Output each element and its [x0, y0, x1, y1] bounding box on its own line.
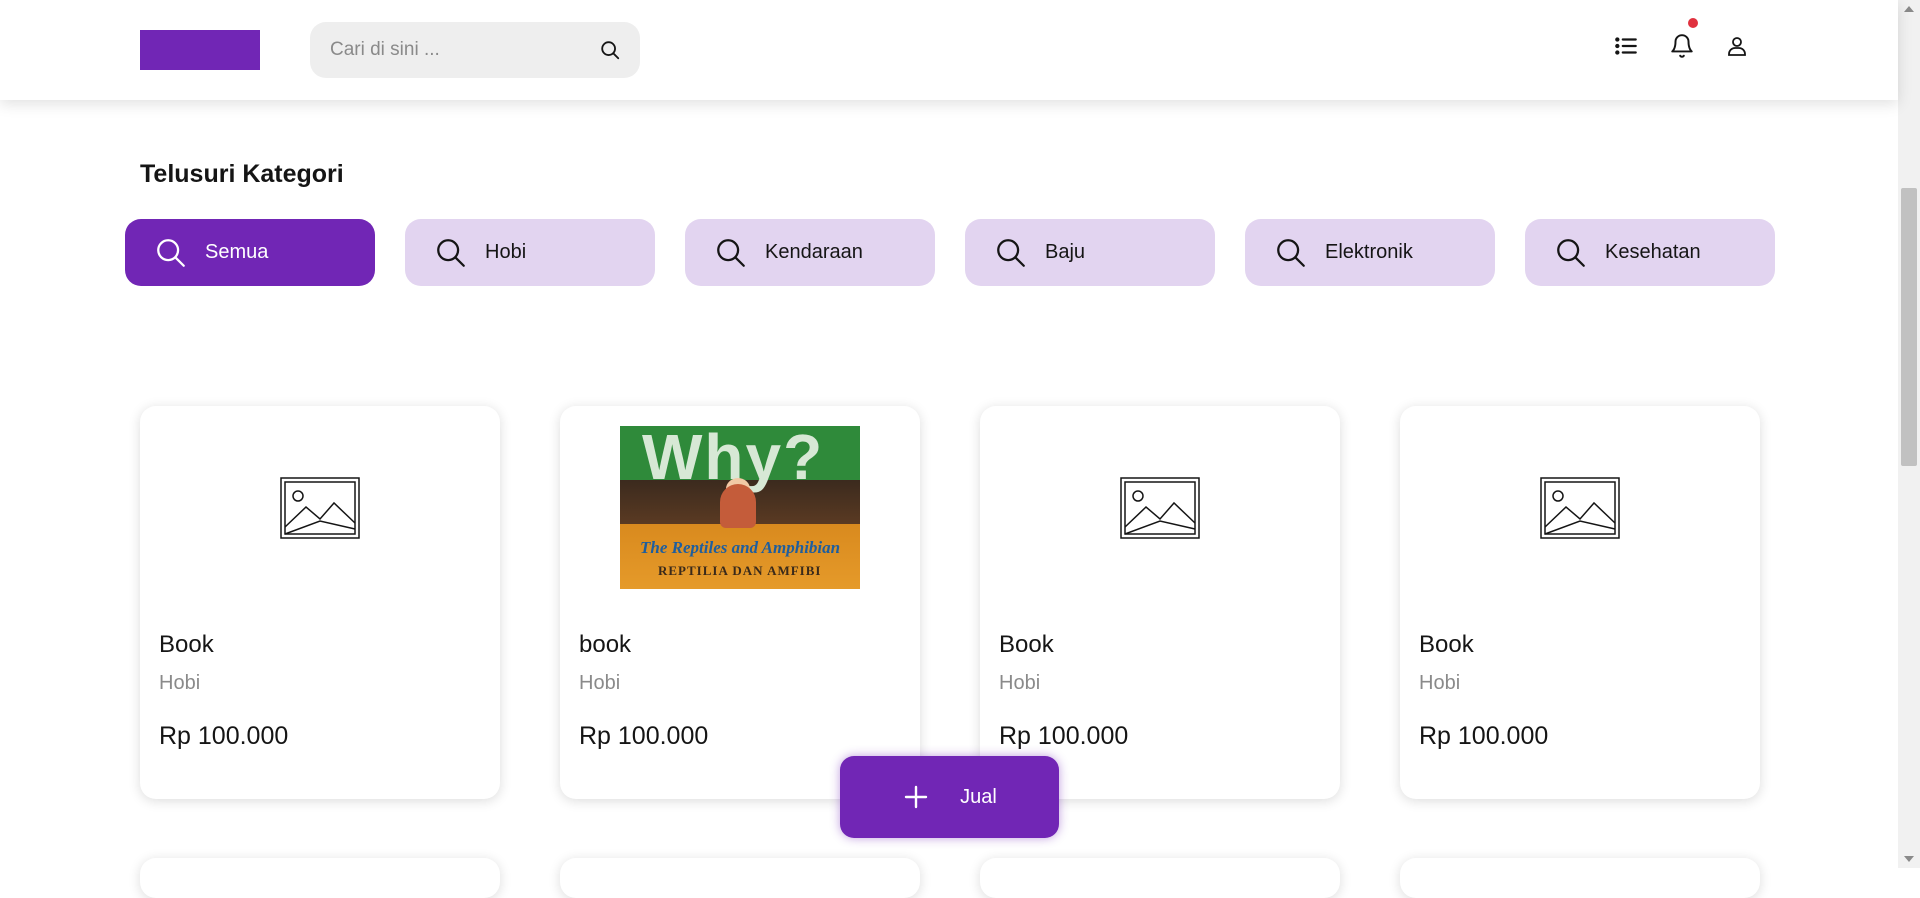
book-cover-subtitle2: REPTILIA DAN AMFIBI: [658, 563, 822, 578]
book-cover-subtitle: The Reptiles and Amphibian: [640, 538, 841, 557]
category-semua[interactable]: Semua: [125, 219, 375, 286]
logo[interactable]: [140, 30, 260, 70]
search-icon: [1273, 235, 1309, 271]
category-baju[interactable]: Baju: [965, 219, 1215, 286]
category-hobi[interactable]: Hobi: [405, 219, 655, 286]
product-category: Hobi: [159, 672, 201, 694]
section-title: Telusuri Kategori: [140, 160, 344, 188]
search-icon: [993, 235, 1029, 271]
product-name: Book: [159, 631, 214, 658]
product-category: Hobi: [999, 672, 1041, 694]
category-label: Hobi: [485, 241, 527, 263]
category-label: Baju: [1045, 241, 1086, 263]
user-icon[interactable]: [1723, 32, 1751, 60]
product-card[interactable]: [980, 858, 1340, 898]
product-category: Hobi: [579, 672, 621, 694]
search-bar: [310, 22, 640, 78]
product-category: Hobi: [1419, 672, 1461, 694]
placeholder-image-icon: [1460, 426, 1700, 589]
product-name: Book: [999, 631, 1054, 658]
top-header: [0, 0, 1898, 100]
search-input[interactable]: [330, 39, 598, 61]
product-card[interactable]: Book Hobi Rp 100.000: [980, 406, 1340, 799]
sell-button[interactable]: Jual: [840, 756, 1059, 838]
placeholder-image-icon: [1040, 426, 1280, 589]
scroll-up-icon[interactable]: [1904, 6, 1914, 12]
plus-icon: [902, 783, 930, 811]
category-label: Kesehatan: [1605, 241, 1701, 263]
product-price: Rp 100.000: [999, 722, 1129, 750]
product-card[interactable]: Book Hobi Rp 100.000: [1400, 406, 1760, 799]
sell-button-label: Jual: [960, 785, 997, 808]
scrollbar-thumb[interactable]: [1901, 188, 1917, 466]
search-icon: [713, 235, 749, 271]
search-icon: [1553, 235, 1589, 271]
search-icon: [433, 235, 469, 271]
category-label: Kendaraan: [765, 241, 863, 263]
product-image: Why? The Reptiles and Amphibian REPTILIA…: [620, 426, 860, 589]
notification-dot: [1688, 18, 1698, 28]
product-card[interactable]: [140, 858, 500, 898]
category-kendaraan[interactable]: Kendaraan: [685, 219, 935, 286]
product-price: Rp 100.000: [1419, 722, 1549, 750]
category-label: Semua: [205, 241, 269, 263]
product-card[interactable]: Why? The Reptiles and Amphibian REPTILIA…: [560, 406, 920, 799]
category-label: Elektronik: [1325, 241, 1413, 263]
search-icon[interactable]: [598, 38, 622, 62]
product-name: Book: [1419, 631, 1474, 658]
search-icon: [153, 235, 189, 271]
category-elektronik[interactable]: Elektronik: [1245, 219, 1495, 286]
category-kesehatan[interactable]: Kesehatan: [1525, 219, 1775, 286]
product-card[interactable]: [560, 858, 920, 898]
list-icon[interactable]: [1612, 32, 1640, 60]
bell-icon[interactable]: [1668, 18, 1698, 60]
product-price: Rp 100.000: [159, 722, 289, 750]
product-price: Rp 100.000: [579, 722, 709, 750]
book-cover-image: Why? The Reptiles and Amphibian REPTILIA…: [620, 426, 860, 589]
scroll-down-icon[interactable]: [1904, 856, 1914, 862]
product-card[interactable]: Book Hobi Rp 100.000: [140, 406, 500, 799]
cover-character-body: [720, 484, 756, 528]
vertical-scrollbar[interactable]: [1898, 0, 1920, 868]
product-name: book: [579, 631, 632, 658]
placeholder-image-icon: [200, 426, 440, 589]
product-card[interactable]: [1400, 858, 1760, 898]
